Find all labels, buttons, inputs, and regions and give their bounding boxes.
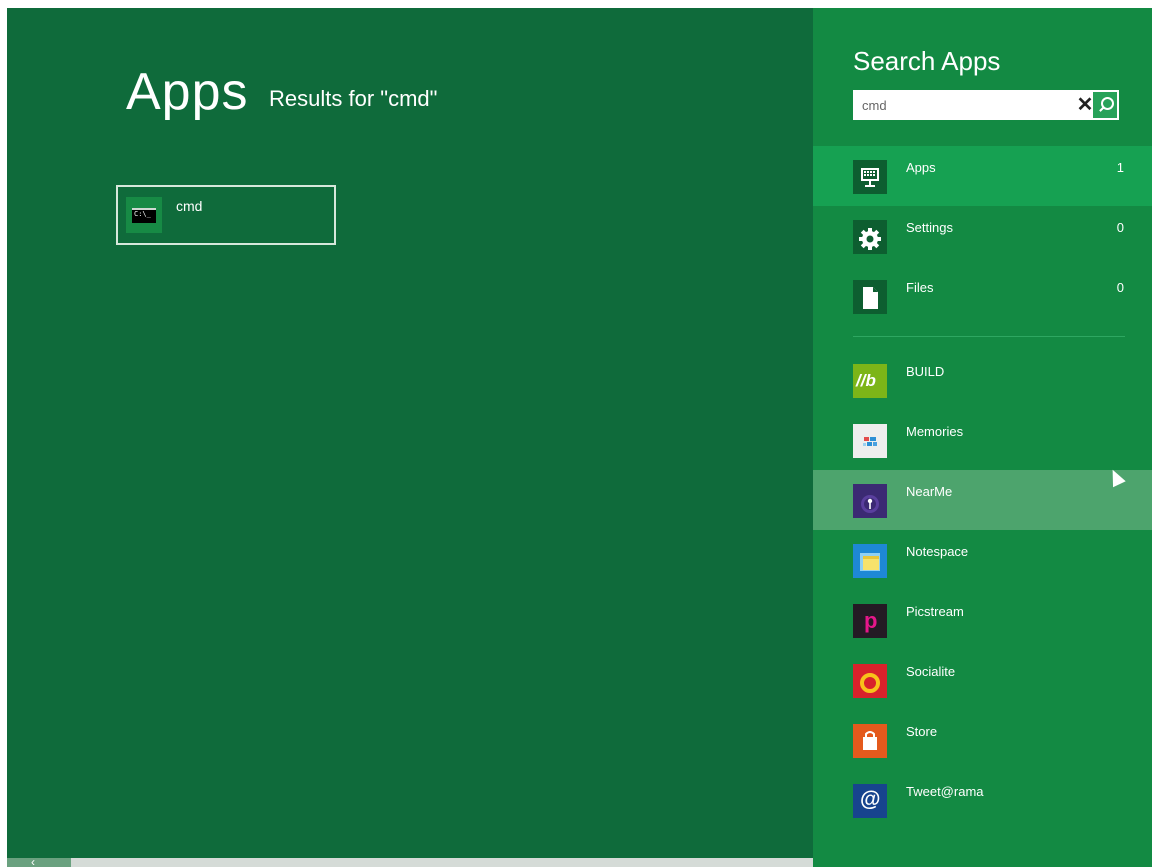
page-title: Apps — [126, 63, 249, 121]
app-label: Socialite — [906, 664, 956, 679]
search-input[interactable] — [853, 90, 1067, 120]
results-area: Apps Results for "cmd" C:\_ cmd ‹ — [7, 8, 813, 867]
category-count: 1 — [1116, 160, 1124, 175]
category-label: Settings — [906, 220, 953, 235]
category-count: 0 — [1116, 220, 1124, 235]
category-apps[interactable]: Apps 1 — [813, 146, 1152, 206]
app-label: Picstream — [906, 604, 964, 619]
app-item-build[interactable]: //b BUILD — [813, 350, 1152, 410]
command-prompt-icon: C:\_ — [126, 197, 162, 233]
results-subtitle: Results for "cmd" — [269, 86, 438, 111]
category-files[interactable]: Files 0 — [813, 266, 1152, 326]
app-item-nearme[interactable]: NearMe — [813, 470, 1152, 530]
back-arrow-icon: ‹ — [31, 855, 35, 867]
tweetarama-icon: @ — [853, 784, 887, 818]
picstream-icon: p — [853, 604, 887, 638]
notespace-icon — [853, 544, 887, 578]
screen-frame: Apps Results for "cmd" C:\_ cmd ‹ Search… — [7, 8, 1152, 867]
gear-icon — [853, 220, 887, 254]
search-pane: Search Apps ✕ — [813, 8, 1152, 867]
search-button[interactable] — [1093, 92, 1117, 118]
result-tile-cmd[interactable]: C:\_ cmd — [116, 185, 336, 245]
category-settings[interactable]: Settings 0 — [813, 206, 1152, 266]
search-pane-title: Search Apps — [853, 46, 1001, 76]
store-icon — [853, 724, 887, 758]
build-icon: //b — [853, 364, 887, 398]
category-label: Files — [906, 280, 934, 295]
app-item-notespace[interactable]: Notespace — [813, 530, 1152, 590]
nearme-icon — [853, 484, 887, 518]
app-label: BUILD — [906, 364, 945, 379]
category-label: Apps — [906, 160, 936, 175]
socialite-icon — [853, 664, 887, 698]
app-label: Store — [906, 724, 938, 739]
app-label: Notespace — [906, 544, 969, 559]
result-label: cmd — [176, 198, 203, 214]
file-icon — [853, 280, 887, 314]
app-item-picstream[interactable]: p Picstream — [813, 590, 1152, 650]
app-item-socialite[interactable]: Socialite — [813, 650, 1152, 710]
app-label: Memories — [906, 424, 964, 439]
memories-icon — [853, 424, 887, 458]
scroll-bar[interactable]: ‹ — [7, 855, 813, 867]
category-count: 0 — [1116, 280, 1124, 295]
app-label: Tweet@rama — [906, 784, 984, 799]
close-icon: ✕ — [1076, 94, 1094, 116]
divider — [853, 336, 1125, 337]
app-label: NearMe — [906, 484, 953, 499]
app-item-store[interactable]: Store — [813, 710, 1152, 770]
keyboard-monitor-icon — [853, 160, 887, 194]
clear-search-button[interactable]: ✕ — [1075, 93, 1095, 117]
app-item-memories[interactable]: Memories — [813, 410, 1152, 470]
app-item-tweetarama[interactable]: @ Tweet@rama — [813, 770, 1152, 830]
back-button[interactable]: ‹ — [7, 855, 71, 867]
search-box: ✕ — [853, 90, 1119, 120]
